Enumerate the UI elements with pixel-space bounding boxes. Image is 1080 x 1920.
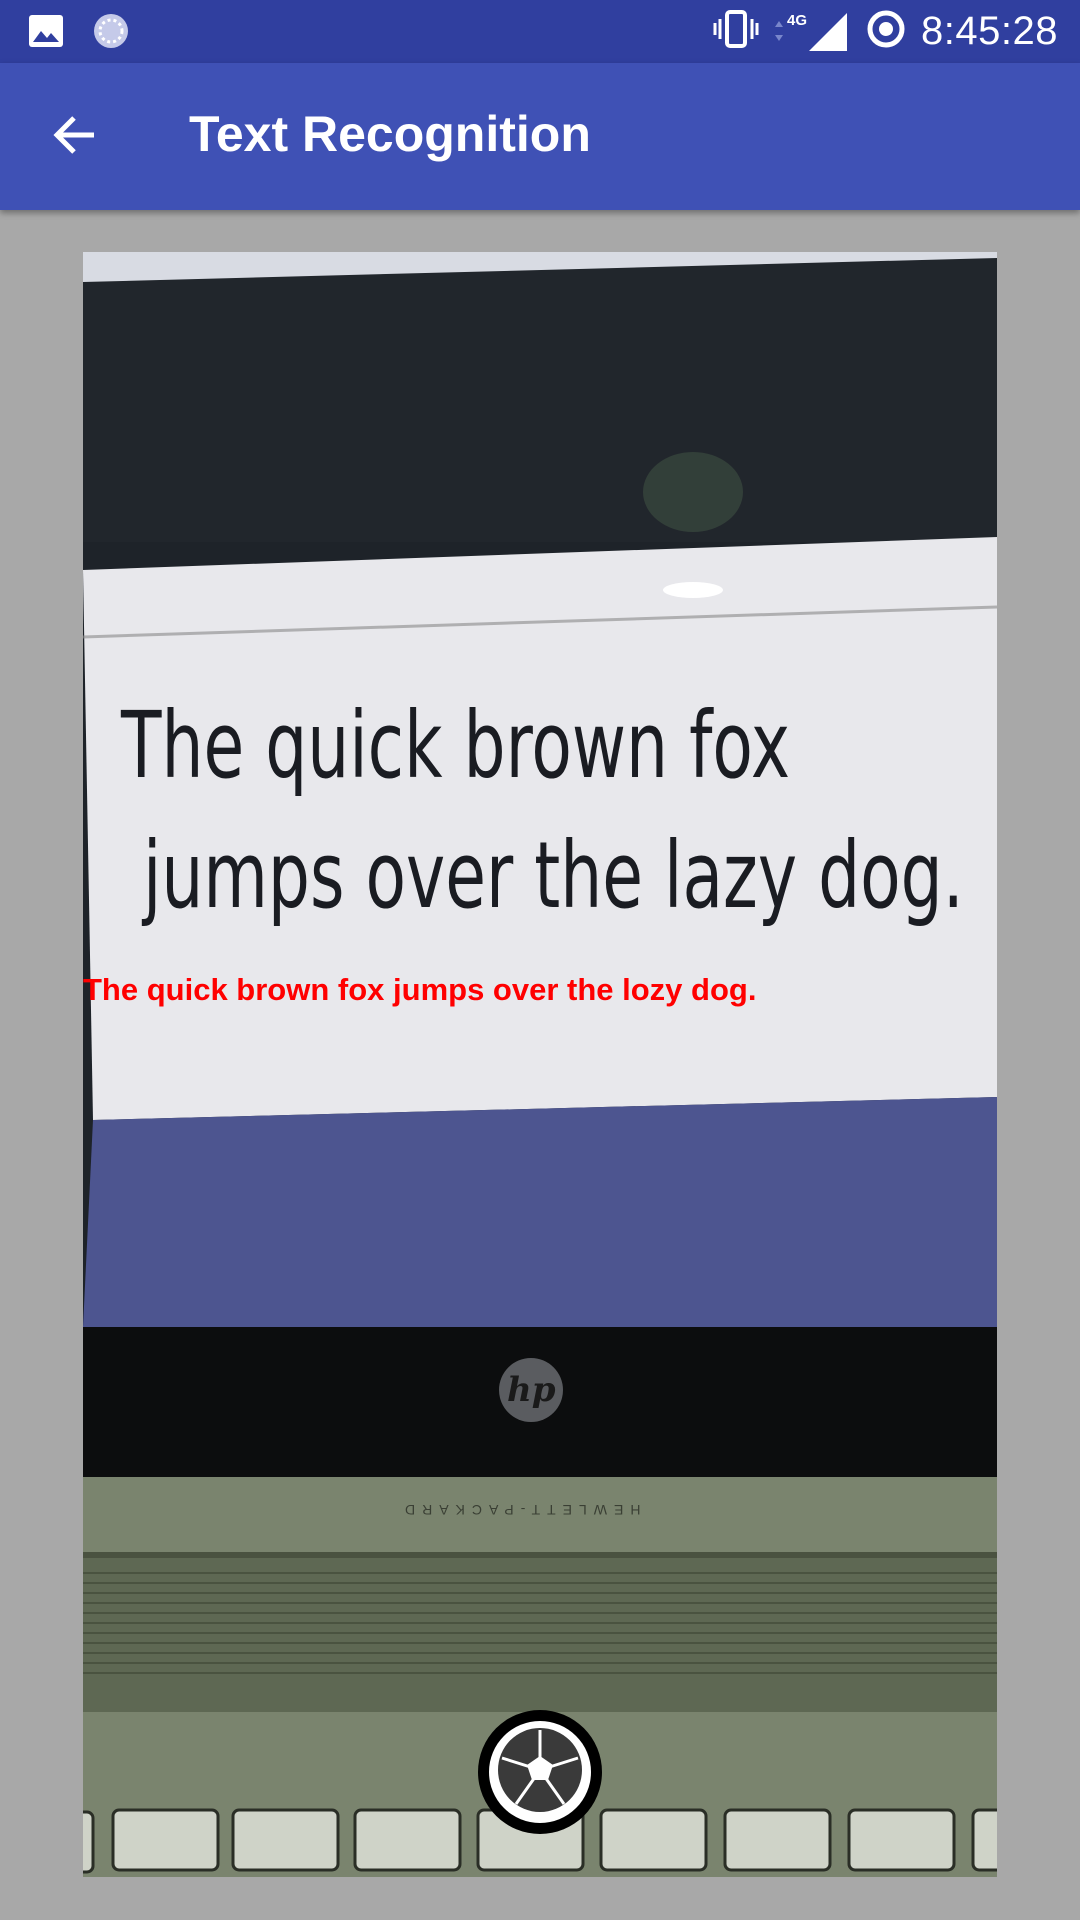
capture-button[interactable] (478, 1710, 602, 1834)
network-type-label: 4G (787, 12, 808, 29)
status-bar: 4G 8:45:28 (0, 0, 1080, 63)
sync-icon (92, 12, 130, 55)
page-title: Text Recognition (189, 106, 591, 162)
signal-icon: 4G (773, 9, 851, 53)
app-bar: Text Recognition (0, 63, 1080, 210)
hp-logo: hp (507, 1370, 556, 1410)
recognized-text-overlay: The quick brown fox jumps over the lozy … (83, 972, 757, 1007)
camera-shutter-icon (496, 1726, 584, 1819)
status-clock: 8:45:28 (921, 8, 1058, 53)
brand-text: HEWLETT-PACKARD (398, 1502, 641, 1518)
data-saver-icon (865, 8, 907, 55)
camera-preview[interactable]: The quick brown fox jumps over the lazy … (83, 252, 997, 1877)
vibrate-icon (713, 9, 759, 54)
screen-text-line-2: jumps over the lazy dog. (143, 822, 964, 929)
screen-text-line-1: The quick brown fox (121, 692, 791, 799)
arrow-back-icon (52, 115, 96, 160)
image-icon (28, 14, 64, 53)
camera-scene (83, 252, 997, 1877)
back-button[interactable] (44, 107, 104, 167)
